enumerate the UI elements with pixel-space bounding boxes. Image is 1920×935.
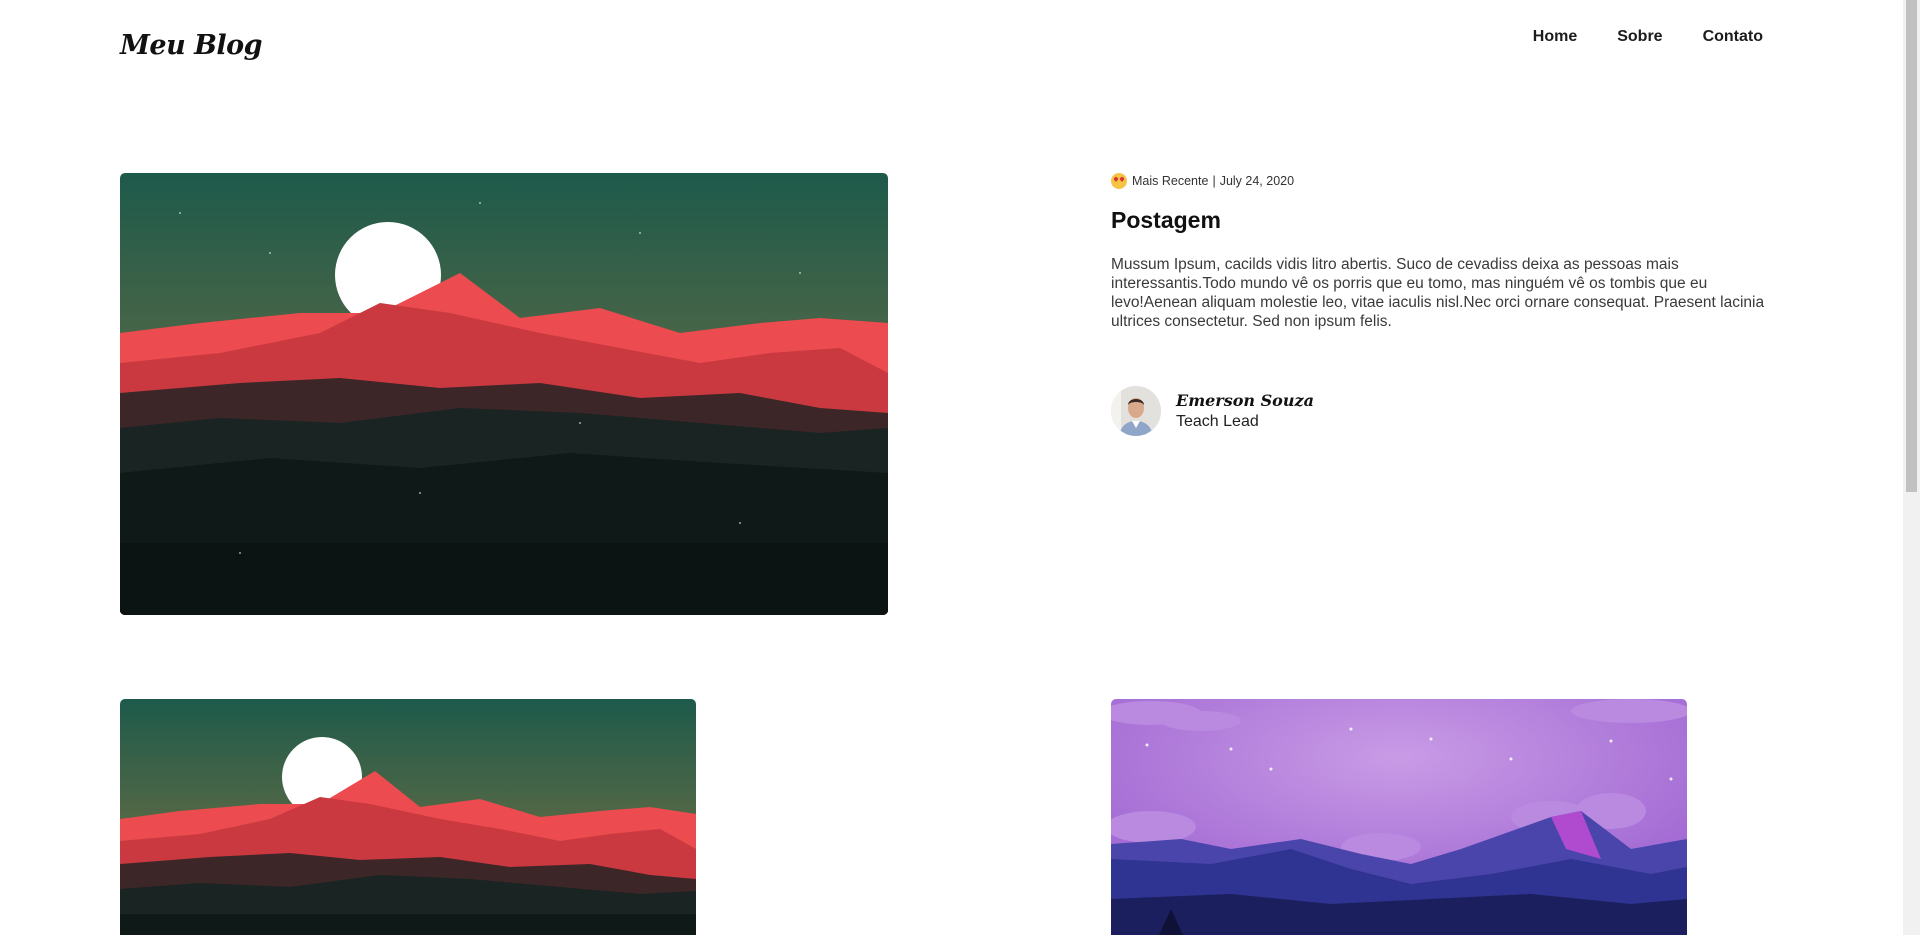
purple-mountain-illustration bbox=[1111, 699, 1687, 935]
page-scrollbar[interactable] bbox=[1903, 0, 1920, 935]
person-avatar-icon bbox=[1111, 386, 1161, 436]
post-excerpt: Mussum Ipsum, cacilds vidis litro aberti… bbox=[1111, 256, 1765, 330]
mountain-sunset-illustration bbox=[120, 699, 696, 935]
featured-post-image[interactable] bbox=[120, 173, 888, 615]
post-tag: Mais Recente bbox=[1132, 174, 1209, 188]
author-avatar bbox=[1111, 386, 1161, 436]
author-text: Emerson Souza Teach Lead bbox=[1176, 391, 1314, 431]
nav-contato-link[interactable]: Contato bbox=[1703, 28, 1763, 46]
author-role: Teach Lead bbox=[1176, 413, 1259, 430]
star-struck-emoji-icon bbox=[1111, 173, 1127, 189]
site-logo[interactable]: Meu Blog bbox=[120, 30, 263, 61]
post-date: July 24, 2020 bbox=[1219, 174, 1295, 188]
post-card-image-2[interactable] bbox=[1111, 699, 1687, 935]
main-nav: Home Sobre Contato bbox=[1533, 28, 1763, 46]
post-title[interactable]: Postagem bbox=[1111, 207, 1791, 234]
featured-post-info: Mais Recente | July 24, 2020 Postagem Mu… bbox=[1111, 173, 1791, 436]
nav-sobre-link[interactable]: Sobre bbox=[1617, 28, 1662, 46]
meta-separator: | bbox=[1212, 174, 1216, 188]
site-header: Meu Blog Home Sobre Contato bbox=[0, 0, 1903, 100]
author-name[interactable]: Emerson Souza bbox=[1176, 391, 1314, 410]
scrollbar-thumb[interactable] bbox=[1906, 0, 1917, 492]
post-meta: Mais Recente | July 24, 2020 bbox=[1111, 173, 1791, 189]
post-card-image-1[interactable] bbox=[120, 699, 696, 935]
nav-home-link[interactable]: Home bbox=[1533, 28, 1577, 46]
mountain-sunset-illustration bbox=[120, 173, 888, 615]
post-author: Emerson Souza Teach Lead bbox=[1111, 386, 1314, 436]
